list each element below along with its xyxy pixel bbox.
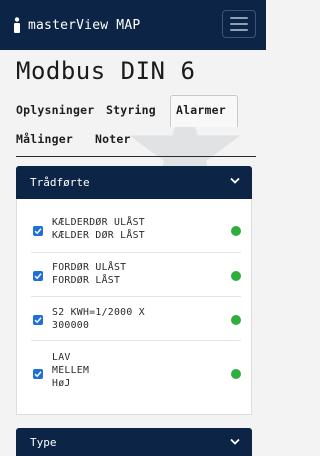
top-navbar: masterView MAP <box>0 0 266 50</box>
alarm-label: LAV MELLEM HøJ <box>52 352 90 389</box>
alarm-checkbox[interactable] <box>33 271 43 281</box>
alarm-row: KÆLDERDØR ULÅST KÆLDER DØR LÅST <box>31 207 241 253</box>
alarm-checkbox[interactable] <box>33 369 43 379</box>
checkmark-icon <box>34 228 42 235</box>
tab-alarmer[interactable]: Alarmer <box>176 103 226 117</box>
hamburger-menu-icon <box>230 17 248 19</box>
hamburger-menu-button[interactable] <box>222 10 256 38</box>
status-dot <box>231 315 241 325</box>
checkmark-icon <box>34 371 42 378</box>
status-dot <box>231 369 241 379</box>
tab-noter[interactable]: Noter <box>95 132 131 146</box>
checkmark-icon <box>34 273 42 280</box>
alarm-checkbox[interactable] <box>33 315 43 325</box>
tab-malinger[interactable]: Målinger <box>16 132 73 146</box>
chevron-down-icon <box>230 438 240 445</box>
tab-styring[interactable]: Styring <box>106 103 156 117</box>
checkmark-icon <box>34 317 42 324</box>
alarm-row: FORDØR ULÅST FORDØR LÅST <box>31 253 241 297</box>
tab-oplysninger[interactable]: Oplysninger <box>16 103 94 117</box>
page-title: Modbus DIN 6 <box>16 57 196 85</box>
panel-title: Trådførte <box>30 176 90 189</box>
alarm-checkbox[interactable] <box>33 226 43 236</box>
panel-header-tradforte[interactable]: Trådførte <box>16 166 252 199</box>
panel-title: Type <box>30 435 57 449</box>
panel-header-type[interactable]: Type <box>16 428 252 456</box>
chevron-down-icon <box>230 177 240 184</box>
alarm-row: S2 KWH=1/2000 X 300000 <box>31 297 241 341</box>
tab-bar: Oplysninger Styring Alarmer Målinger Not… <box>16 95 256 157</box>
tab-divider <box>16 156 256 157</box>
alarm-label: KÆLDERDØR ULÅST KÆLDER DØR LÅST <box>52 217 145 241</box>
alarm-label: FORDØR ULÅST FORDØR LÅST <box>52 262 127 286</box>
status-dot <box>231 226 241 236</box>
alarm-label: S2 KWH=1/2000 X 300000 <box>52 307 145 331</box>
status-dot <box>231 271 241 281</box>
person-icon <box>14 17 20 33</box>
brand[interactable]: masterView MAP <box>12 17 140 33</box>
alarm-row: LAV MELLEM HøJ <box>31 341 241 403</box>
brand-name: masterView MAP <box>28 17 141 33</box>
panel-body-tradforte: KÆLDERDØR ULÅST KÆLDER DØR LÅST FORDØR U… <box>16 199 252 415</box>
